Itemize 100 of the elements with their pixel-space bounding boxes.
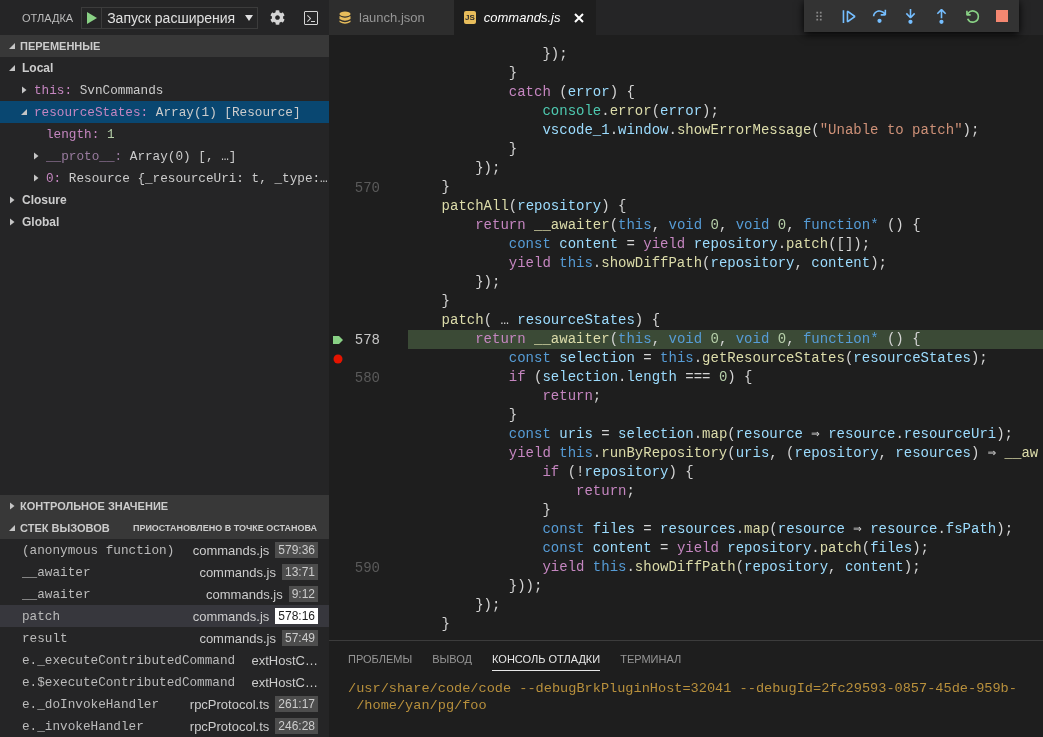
stack-frame[interactable]: result commands.js 57:49 — [0, 627, 329, 649]
debug-title: ОТЛАДКА — [22, 11, 74, 24]
frame-position: 579:36 — [275, 542, 318, 558]
tab-label: launch.json — [359, 10, 425, 25]
code-line: } — [440, 292, 450, 311]
variable-row[interactable]: length: 1 — [0, 123, 329, 145]
line-number: 570 — [353, 179, 380, 196]
variable-row[interactable]: Global — [0, 211, 329, 233]
code-line: } — [507, 140, 518, 159]
code-line: yield this.showDiffPath(repository, content); — [541, 558, 921, 577]
expanded-arrow-icon[interactable] — [8, 64, 16, 72]
expanded-arrow-icon[interactable] — [8, 42, 16, 50]
code-line: } — [541, 501, 551, 520]
variable-row[interactable]: Local — [0, 57, 329, 79]
stack-frame[interactable]: __awaiter commands.js 9:12 — [0, 583, 329, 605]
line-number: 578 — [353, 331, 380, 348]
collapsed-arrow-icon[interactable] — [8, 218, 16, 226]
code-line: patch( … resourceStates) { — [440, 311, 661, 330]
continue-button[interactable] — [840, 7, 857, 25]
panel-tab[interactable]: КОНСОЛЬ ОТЛАДКИ — [492, 649, 601, 671]
stack-frame[interactable]: e._invokeHandler rpcProtocol.ts 246:28 — [0, 715, 329, 737]
frame-file: extHostC… — [251, 674, 318, 690]
collapsed-arrow-icon[interactable] — [8, 502, 16, 510]
collapsed-arrow-icon[interactable] — [8, 196, 16, 204]
code-line: const content = yield repository.patch([]); — [507, 235, 871, 254]
code-line: if (!repository) { — [541, 463, 694, 482]
breakpoint-icon[interactable] — [333, 353, 343, 364]
editor-tab[interactable]: launch.json — [329, 0, 454, 35]
code-line: yield this.showDiffPath(repository, content); — [507, 254, 887, 273]
panel-tab[interactable]: ПРОБЛЕМЫ — [348, 649, 413, 671]
variables-header[interactable]: ПЕРЕМЕННЫЕ — [0, 35, 329, 57]
panel-tab[interactable]: ВЫВОД — [432, 649, 473, 671]
watch-header[interactable]: КОНТРОЛЬНОЕ ЗНАЧЕНИЕ — [0, 495, 329, 517]
call-stack-header[interactable]: СТЕК ВЫЗОВОВ ПРИОСТАНОВЛЕНО В ТОЧКЕ ОСТАНОВА — [0, 517, 329, 539]
code-line: } — [507, 64, 518, 83]
code-line: const selection = this.getResourceStates(resourceStates); — [507, 349, 988, 368]
code-line: const content = yield repository.patch(files); — [541, 539, 929, 558]
restart-button[interactable] — [964, 7, 981, 25]
frame-name: result — [22, 630, 69, 646]
code-line: const uris = selection.map(resource ⇒ resource.resourceUri); — [507, 425, 1014, 444]
stack-frame[interactable]: e._executeContributedCommand extHostC… — [0, 649, 329, 671]
frame-position: 261:17 — [275, 696, 318, 712]
step-over-button[interactable] — [871, 7, 888, 25]
variable-row[interactable]: Closure — [0, 189, 329, 211]
frame-name: e._executeContributedCommand — [22, 652, 237, 668]
code-line: catch (error) { — [507, 83, 635, 102]
collapsed-arrow-icon[interactable] — [32, 152, 40, 160]
frame-file: rpcProtocol.ts — [189, 696, 270, 712]
section-title: КОНТРОЛЬНОЕ ЗНАЧЕНИЕ — [20, 500, 170, 512]
collapsed-arrow-icon[interactable] — [32, 174, 40, 182]
expanded-arrow-icon[interactable] — [8, 524, 16, 532]
frame-position: 13:71 — [281, 564, 318, 580]
frame-file: extHostC… — [251, 652, 318, 668]
code-line: } — [507, 406, 518, 425]
selected-stack-frame[interactable]: patch commands.js 578:16 — [0, 605, 329, 627]
variable-text: __proto__: Array(0) [, …] — [46, 148, 237, 164]
editor-tab[interactable]: JS commands.js — [454, 0, 597, 35]
section-title: СТЕК ВЫЗОВОВ — [20, 522, 111, 534]
line-number: 590 — [353, 559, 380, 576]
frame-position: 246:28 — [275, 718, 318, 734]
variable-text: length: 1 — [46, 126, 115, 142]
code-line: }); — [474, 159, 501, 178]
scope-label: Local — [22, 61, 54, 75]
frame-name: __awaiter — [22, 586, 92, 602]
panel-tab[interactable]: ТЕРМИНАЛ — [620, 649, 682, 671]
frame-name: e._invokeHandler — [22, 718, 145, 734]
scope-label: Global — [22, 215, 60, 229]
stop-button[interactable] — [995, 9, 1009, 23]
frame-file: commands.js — [192, 608, 270, 624]
code-line: if (selection.length === 0) { — [507, 368, 753, 387]
code-line: }); — [474, 596, 501, 615]
code-line: }); — [474, 273, 501, 292]
expanded-arrow-icon[interactable] — [20, 108, 28, 116]
database-icon — [339, 10, 351, 25]
console-line: /usr/share/code/code --debugBrkPluginHost=32041 --debugId=2fc29593-0857-45de-959b- — [348, 680, 1018, 697]
stack-frame[interactable]: e.$executeContributedCommand extHostC… — [0, 671, 329, 693]
variable-row[interactable]: 0: Resource {_resourceUri: t, _type:… — [0, 167, 329, 189]
variable-text: this: SvnCommands — [34, 82, 164, 98]
js-file-icon: JS — [464, 11, 476, 24]
collapsed-arrow-icon[interactable] — [20, 86, 28, 94]
terminal-button[interactable] — [303, 9, 320, 26]
variable-row[interactable]: this: SvnCommands — [0, 79, 329, 101]
code-line: return; — [541, 387, 602, 406]
frame-file: commands.js — [199, 630, 276, 646]
code-line: return __awaiter(this, void 0, void 0, function* () { — [474, 330, 921, 349]
code-line: }); — [541, 45, 568, 64]
close-tab-button[interactable] — [574, 12, 585, 23]
stack-frame[interactable]: (anonymous function) commands.js 579:36 — [0, 539, 329, 561]
frame-position: 57:49 — [281, 630, 318, 646]
stack-frame[interactable]: __awaiter commands.js 13:71 — [0, 561, 329, 583]
code-line: const files = resources.map(resource ⇒ resource.fsPath); — [541, 520, 1014, 539]
settings-button[interactable] — [270, 10, 286, 25]
tab-label: commands.js — [483, 10, 561, 25]
line-number: 580 — [353, 369, 380, 386]
selected-variable-row[interactable]: resourceStates: Array(1) [Resource] — [0, 101, 329, 123]
code-line: patchAll(repository) { — [440, 197, 627, 216]
variable-row[interactable]: __proto__: Array(0) [, …] — [0, 145, 329, 167]
frame-file: commands.js — [199, 564, 276, 580]
stack-frame[interactable]: e._doInvokeHandler rpcProtocol.ts 261:17 — [0, 693, 329, 715]
code-line: })); — [507, 577, 543, 596]
